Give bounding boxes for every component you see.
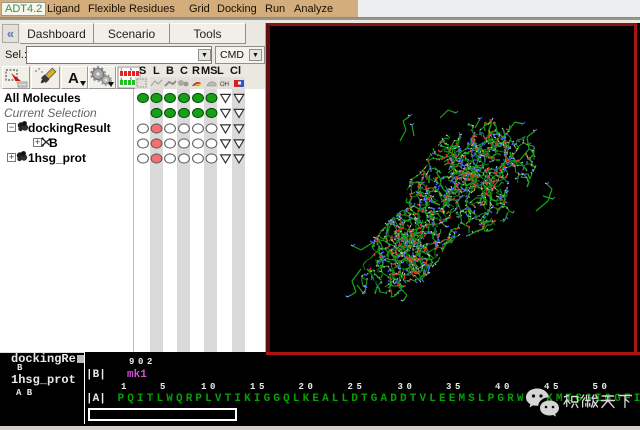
svg-text:1 5: 1 5 [120,78,133,82]
svg-text:1 5: 1 5 [120,69,133,73]
